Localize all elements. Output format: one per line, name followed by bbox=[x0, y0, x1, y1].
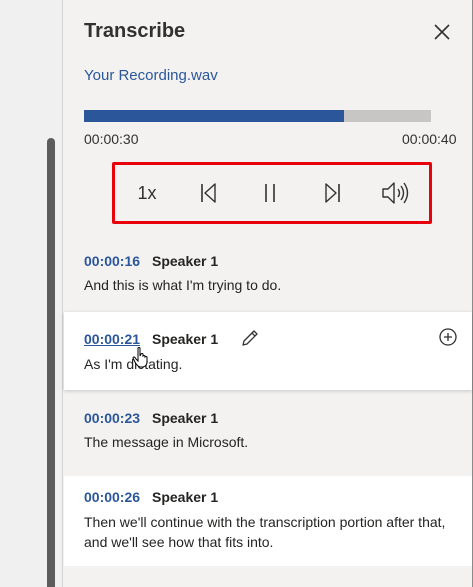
transcript-entry[interactable]: 00:00:23 Speaker 1 The message in Micros… bbox=[64, 397, 472, 463]
entry-text: Then we'll continue with the transcripti… bbox=[84, 514, 446, 550]
entry-speaker: Speaker 1 bbox=[152, 253, 219, 269]
entry-speaker: Speaker 1 bbox=[152, 410, 219, 426]
close-icon bbox=[434, 24, 450, 40]
entry-timestamp[interactable]: 00:00:23 bbox=[84, 410, 140, 426]
pencil-icon bbox=[242, 330, 258, 346]
previous-button[interactable] bbox=[196, 180, 220, 206]
entry-text: The message in Microsoft. bbox=[84, 434, 249, 450]
playback-speed-button[interactable]: 1x bbox=[134, 180, 160, 206]
edit-button[interactable] bbox=[240, 328, 260, 348]
pane-title: Transcribe bbox=[84, 20, 186, 42]
next-icon bbox=[325, 183, 340, 203]
current-time: 00:00:30 bbox=[84, 131, 139, 147]
volume-button[interactable] bbox=[380, 180, 410, 206]
recording-filename[interactable]: Your Recording.wav bbox=[84, 67, 218, 84]
transcript-entry-selected[interactable]: 00:00:21 Speaker 1 As I'm dictating. bbox=[64, 312, 472, 390]
progress-fill bbox=[84, 110, 345, 122]
plus-circle-icon bbox=[439, 328, 457, 346]
previous-icon bbox=[201, 183, 216, 203]
next-button[interactable] bbox=[321, 180, 345, 206]
pause-button[interactable] bbox=[258, 180, 282, 206]
entry-speaker: Speaker 1 bbox=[152, 489, 219, 505]
transcript-entry[interactable]: 00:00:26 Speaker 1 Then we'll continue w… bbox=[64, 476, 472, 566]
playback-progress-bar[interactable] bbox=[84, 110, 431, 122]
entry-text: And this is what I'm trying to do. bbox=[84, 277, 282, 293]
entry-speaker: Speaker 1 bbox=[152, 331, 219, 347]
add-button[interactable] bbox=[438, 327, 458, 347]
entry-timestamp[interactable]: 00:00:26 bbox=[84, 489, 140, 505]
scrollbar-thumb[interactable] bbox=[47, 138, 55, 587]
entry-timestamp[interactable]: 00:00:21 bbox=[84, 331, 140, 347]
pause-icon bbox=[265, 184, 275, 202]
hand-cursor-icon bbox=[132, 347, 148, 368]
close-button[interactable] bbox=[430, 20, 454, 44]
transcript-entry[interactable]: 00:00:16 Speaker 1 And this is what I'm … bbox=[64, 242, 472, 304]
entry-timestamp[interactable]: 00:00:16 bbox=[84, 253, 140, 269]
total-time: 00:00:40 bbox=[402, 131, 457, 147]
volume-icon bbox=[382, 182, 409, 204]
